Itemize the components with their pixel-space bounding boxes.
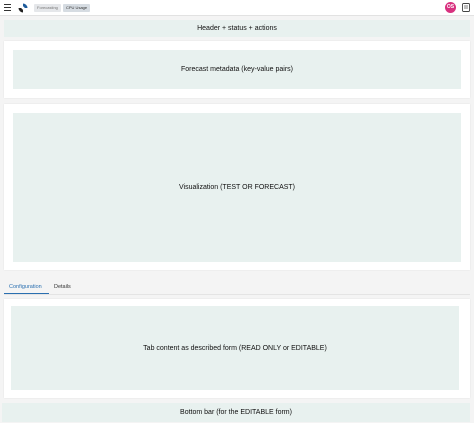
user-avatar[interactable]: OS xyxy=(445,2,456,13)
app-logo-icon[interactable] xyxy=(18,3,28,13)
top-bar: Forecasting CPU Usage OS xyxy=(0,0,474,16)
tab-configuration[interactable]: Configuration xyxy=(4,280,49,294)
breadcrumb-cpu-usage: CPU Usage xyxy=(63,4,91,12)
header-status-actions-placeholder: Header + status + actions xyxy=(4,20,470,37)
tab-content-placeholder: Tab content as described form (READ ONLY… xyxy=(11,306,459,390)
tab-bar: Configuration Details xyxy=(4,280,470,295)
visualization-placeholder: Visualization (TEST OR FORECAST) xyxy=(13,113,461,262)
forecast-metadata-placeholder: Forecast metadata (key-value pairs) xyxy=(13,50,461,89)
bottom-bar-placeholder: Bottom bar (for the EDITABLE form) xyxy=(2,403,470,422)
hamburger-menu-icon[interactable] xyxy=(4,4,11,11)
tab-details[interactable]: Details xyxy=(49,280,76,294)
document-icon[interactable] xyxy=(462,3,470,12)
breadcrumb-forecasting[interactable]: Forecasting xyxy=(34,4,61,12)
